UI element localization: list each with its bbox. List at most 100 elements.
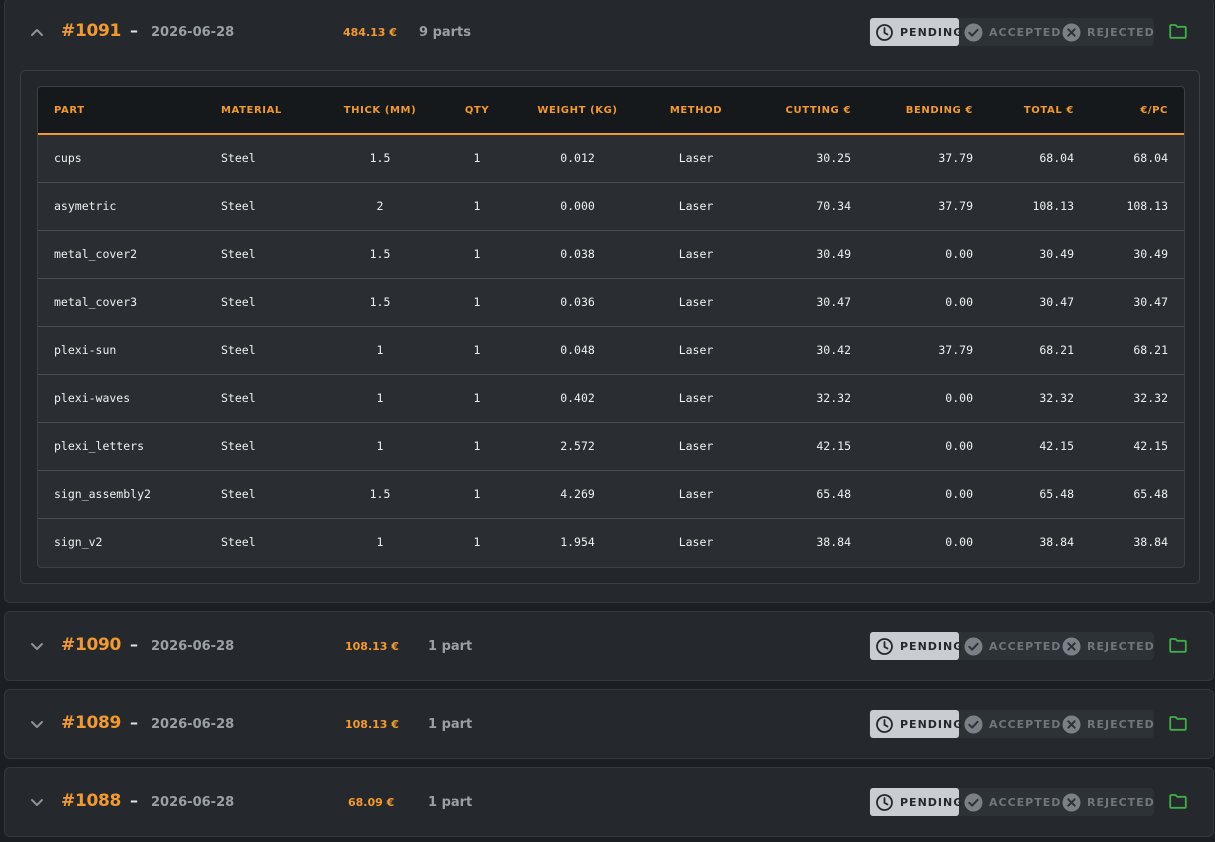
column-header-thick: THICK (MM) <box>343 104 417 116</box>
cell-cutting: 65.48 <box>816 487 851 501</box>
pending-label: PENDING <box>900 795 964 809</box>
cell-total: 30.47 <box>1039 295 1074 309</box>
table-row: cups Steel 1.5 1 0.012 Laser 30.25 37.79 68.04 68… <box>38 134 1184 182</box>
accepted-button[interactable]: ACCEPTED <box>964 710 1061 738</box>
order-header[interactable]: #1088 – 2026-06-28 68.09 € 1 part PENDIN… <box>5 769 1213 835</box>
cell-per-piece: 68.04 <box>1133 151 1168 166</box>
order-card: #1091 – 2026-06-28 484.13 € 9 parts PEND… <box>4 0 1214 603</box>
cell-part: cups <box>54 151 82 166</box>
cell-qty: 1 <box>473 391 481 405</box>
pending-label: PENDING <box>900 639 964 653</box>
cell-thick: 1.5 <box>369 487 391 501</box>
cell-cutting: 30.47 <box>816 295 851 309</box>
cell-per-piece: 42.15 <box>1133 439 1168 453</box>
cell-part: metal_cover3 <box>54 295 138 309</box>
folder-icon[interactable] <box>1169 24 1187 39</box>
order-header[interactable]: #1089 – 2026-06-28 108.13 € 1 part PENDI… <box>5 691 1213 757</box>
cell-method: Laser <box>678 487 714 501</box>
order-parts-count: 1 part <box>428 717 473 732</box>
status-selector: PENDING ACCEPTED REJECTED <box>869 710 1154 738</box>
cell-thick: 1 <box>376 391 384 405</box>
cell-material: Steel <box>221 295 256 309</box>
column-header-material: MATERIAL <box>221 104 282 116</box>
clock-icon <box>875 715 894 734</box>
pending-label: PENDING <box>900 717 964 731</box>
rejected-button[interactable]: REJECTED <box>1062 632 1155 660</box>
cell-method: Laser <box>678 199 714 213</box>
folder-icon[interactable] <box>1169 638 1187 653</box>
pending-button[interactable]: PENDING <box>870 710 962 738</box>
table-row: metal_cover3 Steel 1.5 1 0.036 Laser 30.47 0.00… <box>38 278 1184 326</box>
separator-dash: – <box>130 21 138 40</box>
pending-button[interactable]: PENDING <box>870 632 962 660</box>
order-date: 2026-06-28 <box>151 795 235 810</box>
column-header-per-piece: €/PC <box>1140 104 1168 116</box>
cell-per-piece: 65.48 <box>1133 487 1168 501</box>
order-header[interactable]: #1090 – 2026-06-28 108.13 € 1 part PENDI… <box>5 613 1213 679</box>
accepted-button[interactable]: ACCEPTED <box>964 788 1061 816</box>
check-circle-icon <box>964 23 983 42</box>
cell-cutting: 42.15 <box>816 439 851 453</box>
cell-qty: 1 <box>473 295 481 309</box>
cell-per-piece: 68.21 <box>1133 343 1168 357</box>
table-row: plexi_letters Steel 1 1 2.572 Laser 42.15 0.00 4… <box>38 422 1184 470</box>
rejected-label: REJECTED <box>1087 25 1155 39</box>
cell-qty: 1 <box>473 199 481 213</box>
check-circle-icon <box>964 637 983 656</box>
order-price: 108.13 € <box>345 640 399 653</box>
status-selector: PENDING ACCEPTED REJECTED <box>869 18 1154 46</box>
folder-icon[interactable] <box>1169 716 1187 731</box>
chevron-down-icon[interactable] <box>29 639 45 653</box>
cell-bending: 0.00 <box>945 391 973 405</box>
cell-part: plexi_letters <box>54 439 145 453</box>
cell-bending: 37.79 <box>938 343 973 357</box>
cell-per-piece: 38.84 <box>1133 535 1168 550</box>
accepted-label: ACCEPTED <box>989 795 1062 809</box>
order-id: #1089 <box>61 713 122 733</box>
accepted-label: ACCEPTED <box>989 639 1062 653</box>
rejected-button[interactable]: REJECTED <box>1062 18 1155 46</box>
cell-per-piece: 108.13 <box>1126 199 1168 213</box>
rejected-button[interactable]: REJECTED <box>1062 710 1155 738</box>
chevron-up-icon[interactable] <box>29 25 45 39</box>
accepted-button[interactable]: ACCEPTED <box>964 18 1061 46</box>
cell-qty: 1 <box>473 151 481 166</box>
rejected-button[interactable]: REJECTED <box>1062 788 1155 816</box>
cell-part: asymetric <box>54 199 117 213</box>
separator-dash: – <box>130 791 138 810</box>
separator-dash: – <box>130 713 138 732</box>
cell-bending: 0.00 <box>945 535 973 550</box>
order-card: #1090 – 2026-06-28 108.13 € 1 part PENDI… <box>4 611 1214 681</box>
chevron-down-icon[interactable] <box>29 717 45 731</box>
cell-bending: 0.00 <box>945 487 973 501</box>
clock-icon <box>875 637 894 656</box>
order-price: 484.13 € <box>343 26 397 39</box>
pending-button[interactable]: PENDING <box>870 18 962 46</box>
order-header[interactable]: #1091 – 2026-06-28 484.13 € 9 parts PEND… <box>5 0 1213 65</box>
cell-qty: 1 <box>473 487 481 501</box>
pending-button[interactable]: PENDING <box>870 788 962 816</box>
table-row: plexi-sun Steel 1 1 0.048 Laser 30.42 37.79 68.2… <box>38 326 1184 374</box>
cell-thick: 1.5 <box>369 151 391 166</box>
status-selector: PENDING ACCEPTED REJECTED <box>869 632 1154 660</box>
cell-weight: 0.038 <box>560 247 595 261</box>
cell-thick: 1 <box>376 343 384 357</box>
table-row: plexi-waves Steel 1 1 0.402 Laser 32.32 0.00 32.… <box>38 374 1184 422</box>
accepted-button[interactable]: ACCEPTED <box>964 632 1061 660</box>
cell-thick: 1.5 <box>369 247 391 261</box>
order-details-panel: PART MATERIAL THICK (MM) QTY WEIGHT (KG)… <box>20 70 1200 584</box>
cell-weight: 0.402 <box>560 391 595 405</box>
chevron-down-icon[interactable] <box>29 795 45 809</box>
cell-material: Steel <box>221 343 256 357</box>
cell-cutting: 30.25 <box>816 151 851 166</box>
cell-material: Steel <box>221 487 256 501</box>
folder-icon[interactable] <box>1169 794 1187 809</box>
cell-material: Steel <box>221 199 256 213</box>
rejected-label: REJECTED <box>1087 717 1155 731</box>
cell-bending: 37.79 <box>938 199 973 213</box>
table-row: sign_v2 Steel 1 1 1.954 Laser 38.84 0.00 38.84 38… <box>38 518 1184 566</box>
order-date: 2026-06-28 <box>151 25 235 40</box>
cell-total: 68.21 <box>1039 343 1074 357</box>
x-circle-icon <box>1062 23 1081 42</box>
cell-cutting: 32.32 <box>816 391 851 405</box>
